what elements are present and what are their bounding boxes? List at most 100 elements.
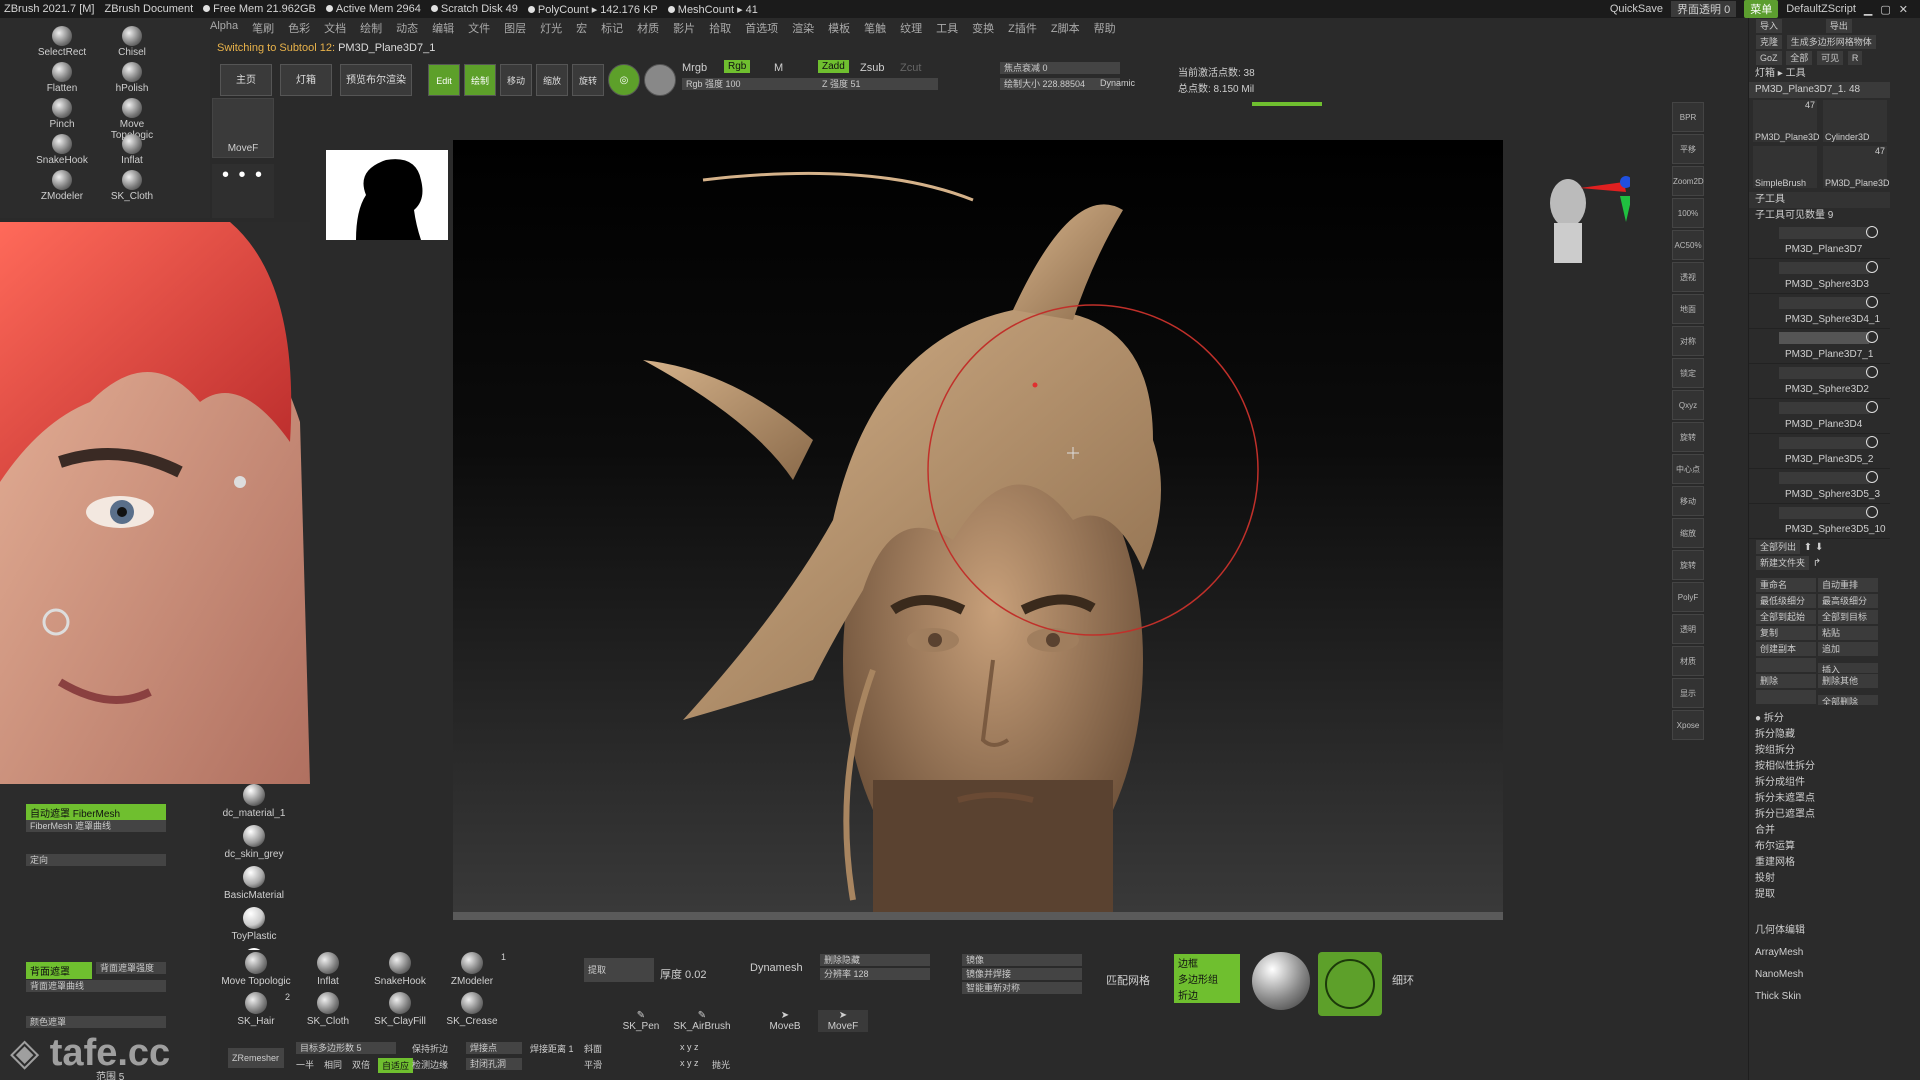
view-tray-button[interactable]: 缩放 <box>1672 518 1704 548</box>
color-mask-slider[interactable]: 颜色遮罩 <box>26 1016 166 1028</box>
material-item[interactable]: dc_skin_grey <box>214 825 294 860</box>
view-tray-button[interactable]: 移动 <box>1672 486 1704 516</box>
tool-thumbnail[interactable]: Cylinder3D <box>1823 100 1887 142</box>
subtool-controls[interactable] <box>1779 402 1869 414</box>
menu-item[interactable]: Z脚本 <box>1051 20 1080 38</box>
extract-button[interactable]: 提取 <box>584 958 654 982</box>
xyz-toggle-1[interactable]: x y z <box>680 1042 699 1052</box>
subtool-action-button[interactable]: 全部到目标 <box>1818 610 1878 624</box>
menu-item[interactable]: Alpha <box>210 20 238 38</box>
half-button[interactable]: 一半 <box>296 1058 314 1071</box>
close-holes-button[interactable]: 封闭孔洞 <box>466 1058 522 1070</box>
view-tray-button[interactable]: 透明 <box>1672 614 1704 644</box>
subtool-controls[interactable] <box>1779 262 1869 274</box>
subtool-action-button[interactable]: 全部到起始 <box>1756 610 1816 624</box>
menu-item[interactable]: Z插件 <box>1008 20 1037 38</box>
del-hidden-button[interactable]: 删除隐藏 <box>820 954 930 966</box>
thickskin-button[interactable]: Thick Skin <box>1749 989 1890 1005</box>
material-item[interactable]: ToyPlastic <box>214 907 294 942</box>
subtool-action-button[interactable]: 重命名 <box>1756 578 1816 592</box>
zremesher-button[interactable]: ZRemesher <box>228 1048 284 1068</box>
dynamesh-button[interactable]: Dynamesh <box>750 962 803 974</box>
xyz-toggle-2[interactable]: x y z <box>680 1058 699 1068</box>
moveb-brush[interactable]: ➤ MoveB <box>760 1010 810 1032</box>
focal-shift-slider[interactable]: 焦点衰减 0 <box>1000 62 1120 74</box>
sk-pen-brush[interactable]: ✎ SK_Pen <box>616 1010 666 1032</box>
brush-button[interactable]: ZModeler <box>28 168 96 202</box>
project-button[interactable]: 投射 <box>1749 871 1890 887</box>
view-tray-button[interactable]: 材质 <box>1672 646 1704 676</box>
subtool-item[interactable]: PM3D_Sphere3D4_1 <box>1749 294 1890 329</box>
eye-icon[interactable] <box>1866 471 1878 483</box>
view-tray-button[interactable]: Qxyz <box>1672 390 1704 420</box>
weld-dist-slider[interactable]: 焊接距离 1 <box>530 1042 574 1055</box>
subtool-action-button[interactable]: 最高级细分 <box>1818 594 1878 608</box>
brush-button[interactable]: Pinch <box>28 96 96 130</box>
thickness-slider[interactable]: 厚度 0.02 <box>660 966 706 982</box>
menu-item[interactable]: 材质 <box>637 20 659 38</box>
clone-button[interactable]: 克隆 <box>1756 35 1783 49</box>
subtool-action-button[interactable]: 复制 <box>1756 626 1816 640</box>
make-polymesh-button[interactable]: 生成多边形网格物体 <box>1786 35 1876 49</box>
material-sphere-icon[interactable] <box>1252 952 1310 1010</box>
material-item[interactable]: BasicMaterial <box>214 866 294 901</box>
sk-airbrush-brush[interactable]: ✎ SK_AirBrush <box>672 1010 732 1032</box>
view-tray-button[interactable]: 显示 <box>1672 678 1704 708</box>
lightbox-tools-button[interactable]: 灯箱 ▸ 工具 <box>1749 66 1890 82</box>
subtool-visible-count[interactable]: 子工具可见数量 9 <box>1749 208 1890 224</box>
menu-item[interactable]: 文件 <box>468 20 490 38</box>
eye-icon[interactable] <box>1866 296 1878 308</box>
tool-thumbnail[interactable]: SimpleBrush <box>1753 146 1817 188</box>
menu-item[interactable]: 色彩 <box>288 20 310 38</box>
view-tray-button[interactable]: 对称 <box>1672 326 1704 356</box>
menu-item[interactable]: 变换 <box>972 20 994 38</box>
backface-mask-toggle[interactable]: 背面遮罩 <box>26 962 92 979</box>
menu-item[interactable]: 图层 <box>504 20 526 38</box>
menu-item[interactable]: 宏 <box>576 20 587 38</box>
keep-crease-button[interactable]: 保持折边 <box>412 1042 448 1055</box>
subtool-item[interactable]: PM3D_Sphere3D5_10 <box>1749 504 1890 539</box>
menu-item[interactable]: 帮助 <box>1094 20 1116 38</box>
subtool-action-button[interactable]: 全部删除 <box>1818 695 1878 705</box>
subtool-action-button[interactable]: 最低级细分 <box>1756 594 1816 608</box>
backface-strength-slider[interactable]: 背面遮罩强度 <box>96 962 166 974</box>
rotate-button[interactable]: 旋转 <box>572 64 604 96</box>
menu-item[interactable]: 拾取 <box>709 20 731 38</box>
brush-button[interactable]: Chisel <box>98 24 166 58</box>
menu-toggle-button[interactable]: 菜单 <box>1744 0 1779 18</box>
transparency-slider[interactable]: 界面透明 0 <box>1671 1 1737 17</box>
menu-item[interactable]: 渲染 <box>792 20 814 38</box>
brush-button[interactable]: SnakeHook <box>28 132 96 166</box>
eye-icon[interactable] <box>1866 331 1878 343</box>
canvas-scrollbar[interactable] <box>453 912 1503 920</box>
view-tray-button[interactable]: 旋转 <box>1672 550 1704 580</box>
eye-icon[interactable] <box>1866 366 1878 378</box>
dynamic-button[interactable]: Dynamic <box>1100 78 1135 88</box>
menu-item[interactable]: 工具 <box>936 20 958 38</box>
menu-item[interactable]: 文档 <box>324 20 346 38</box>
subtool-action-button[interactable] <box>1756 658 1816 672</box>
subtool-item[interactable]: PM3D_Sphere3D2 <box>1749 364 1890 399</box>
view-tray-button[interactable]: 平移 <box>1672 134 1704 164</box>
detect-edge-button[interactable]: 检测边缘 <box>412 1058 448 1071</box>
menu-item[interactable]: 纹理 <box>900 20 922 38</box>
view-tray-button[interactable]: 透视 <box>1672 262 1704 292</box>
split-option-button[interactable]: 按组拆分 <box>1749 743 1890 759</box>
minimize-icon[interactable]: ▁ <box>1864 3 1872 16</box>
menu-item[interactable]: 笔刷 <box>252 20 274 38</box>
view-tray-button[interactable]: PolyF <box>1672 582 1704 612</box>
material-sphere-icon[interactable] <box>644 64 676 96</box>
subtool-controls[interactable] <box>1779 297 1869 309</box>
match-mesh-button[interactable]: 匹配网格 <box>1106 972 1150 988</box>
subtool-action-button[interactable]: 粘贴 <box>1818 626 1878 640</box>
view-tray-button[interactable]: BPR <box>1672 102 1704 132</box>
gizmo-toggle-icon[interactable]: ◎ <box>608 64 640 96</box>
view-tray-button[interactable]: Xpose <box>1672 710 1704 740</box>
scale-button[interactable]: 缩放 <box>536 64 568 96</box>
material-item[interactable]: dc_material_1 <box>214 784 294 819</box>
goz-visible-button[interactable]: 可见 <box>1817 51 1844 65</box>
close-icon[interactable]: ✕ <box>1899 3 1908 16</box>
eye-icon[interactable] <box>1866 401 1878 413</box>
arrow-up-icon[interactable]: ⬆ <box>1804 542 1812 553</box>
brush-button[interactable]: Inflat <box>98 132 166 166</box>
